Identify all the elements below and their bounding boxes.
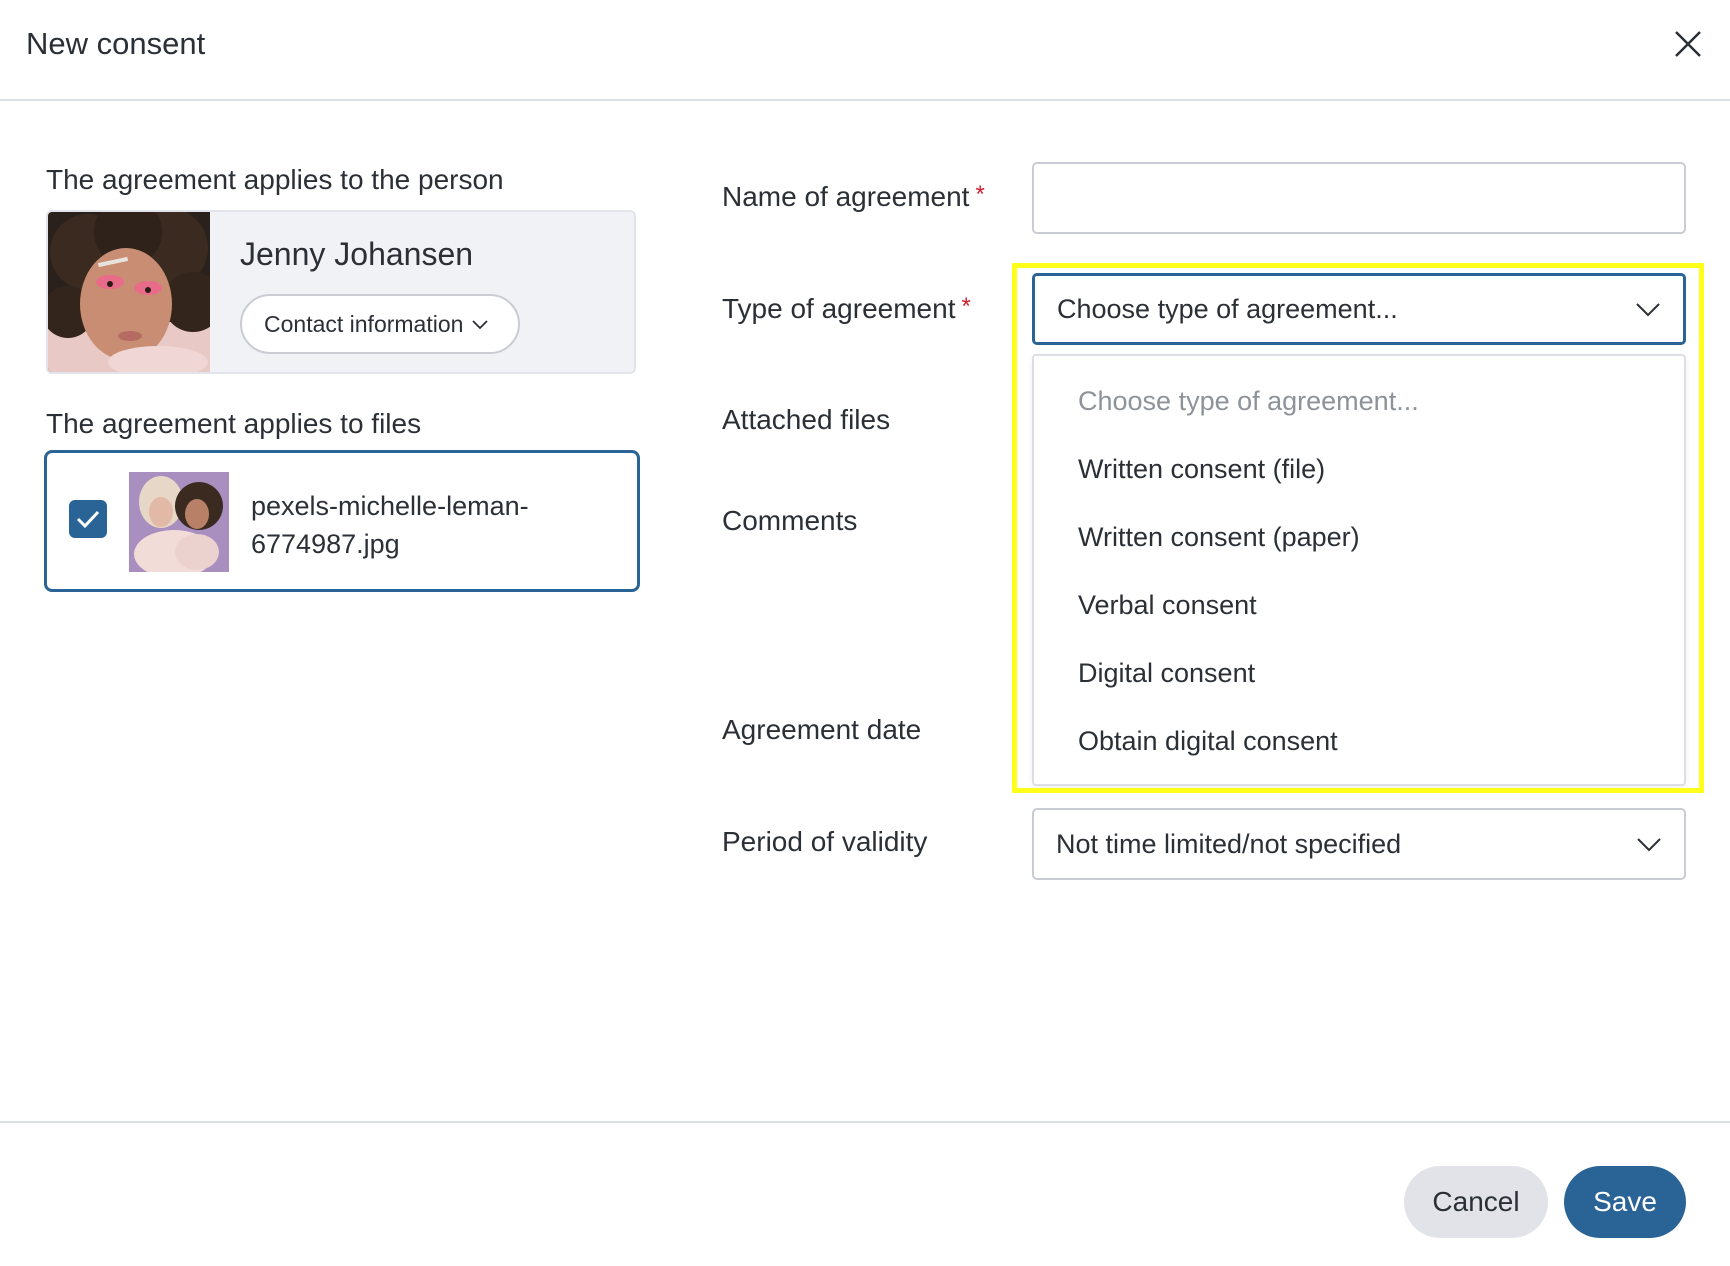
dropdown-option-written-file[interactable]: Written consent (file)	[1078, 454, 1325, 485]
name-of-agreement-input[interactable]	[1032, 162, 1686, 234]
type-of-agreement-value: Choose type of agreement...	[1057, 293, 1398, 324]
contact-information-label: Contact information	[264, 310, 464, 337]
chevron-down-icon	[1636, 303, 1660, 317]
name-of-agreement-label: Name of agreement *	[722, 181, 985, 212]
person-section-label: The agreement applies to the person	[46, 164, 504, 195]
person-name: Jenny Johansen	[240, 236, 474, 272]
chevron-down-icon	[472, 320, 489, 330]
checkmark-icon	[76, 510, 100, 529]
contact-information-button[interactable]: Contact information	[240, 294, 520, 354]
file-checkbox[interactable]	[69, 500, 107, 538]
type-of-agreement-label: Type of agreement *	[722, 293, 971, 324]
type-of-agreement-select[interactable]: Choose type of agreement...	[1032, 273, 1686, 345]
period-of-validity-label: Period of validity	[722, 826, 928, 857]
file-thumbnail	[129, 472, 229, 578]
files-section-label: The agreement applies to files	[46, 408, 422, 439]
comments-label: Comments	[722, 505, 858, 536]
person-card: Jenny Johansen Contact information	[46, 210, 636, 374]
dropdown-option-written-paper[interactable]: Written consent (paper)	[1078, 522, 1360, 553]
person-avatar	[48, 212, 223, 372]
period-of-validity-select[interactable]: Not time limited/not specified	[1032, 808, 1686, 880]
dropdown-option-placeholder[interactable]: Choose type of agreement...	[1078, 386, 1419, 417]
required-marker: *	[961, 293, 971, 320]
new-consent-dialog: New consent The agreement applies to the…	[0, 0, 1730, 1266]
chevron-down-icon	[1637, 838, 1661, 852]
attached-files-label: Attached files	[722, 404, 891, 435]
dropdown-option-verbal[interactable]: Verbal consent	[1078, 590, 1257, 621]
agreement-date-label: Agreement date	[722, 714, 922, 745]
file-item[interactable]: pexels-michelle-leman-6774987.jpg	[44, 450, 640, 592]
dropdown-option-obtain-digital[interactable]: Obtain digital consent	[1078, 726, 1338, 757]
dialog-title: New consent	[26, 26, 206, 61]
required-marker: *	[975, 181, 985, 208]
close-icon[interactable]	[1672, 28, 1704, 60]
save-button[interactable]: Save	[1564, 1166, 1686, 1238]
dialog-footer: Cancel Save	[0, 1121, 1730, 1266]
period-of-validity-value: Not time limited/not specified	[1056, 828, 1402, 859]
cancel-button[interactable]: Cancel	[1404, 1166, 1548, 1238]
dropdown-option-digital[interactable]: Digital consent	[1078, 658, 1255, 689]
type-of-agreement-dropdown: Choose type of agreement... Written cons…	[1032, 354, 1686, 786]
file-name: pexels-michelle-leman-6774987.jpg	[251, 491, 529, 559]
dialog-header: New consent	[0, 0, 1730, 101]
